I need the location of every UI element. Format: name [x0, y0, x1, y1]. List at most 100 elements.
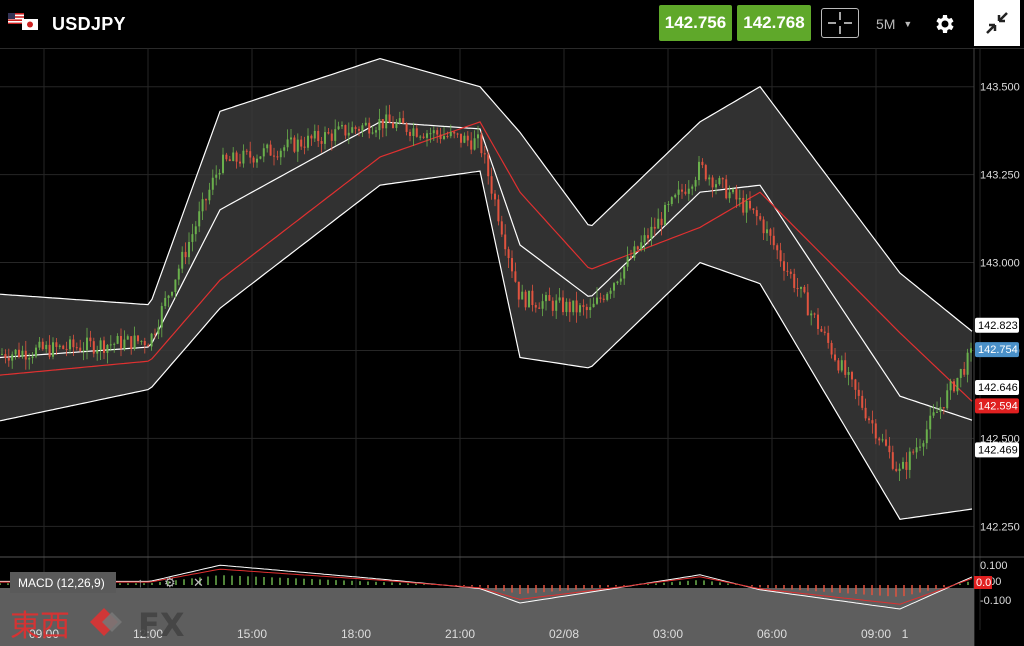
crosshair-icon: [828, 12, 852, 34]
candle-body: [456, 133, 459, 135]
candle-body: [718, 178, 721, 185]
x-tick-label: 15:00: [237, 627, 267, 641]
collapse-button[interactable]: [974, 0, 1020, 46]
x-tick-label: 03:00: [653, 627, 683, 641]
candle-body: [681, 189, 683, 192]
candle-body: [643, 235, 646, 243]
svg-text:FX: FX: [138, 606, 185, 644]
candle-body: [276, 156, 279, 158]
candle-body: [650, 226, 653, 239]
x-tick-label: 1: [902, 627, 909, 641]
close-icon[interactable]: ✕: [193, 575, 204, 591]
candle-body: [925, 429, 928, 444]
candle-body: [11, 354, 14, 361]
candle-body: [351, 127, 354, 133]
candle-body: [150, 333, 153, 347]
candle-body: [898, 468, 901, 471]
sell-price-button[interactable]: 142.756: [659, 5, 732, 41]
candle-body: [511, 258, 513, 272]
candle-body: [113, 343, 116, 345]
move-up-icon[interactable]: ↑: [137, 575, 144, 590]
candle-body: [820, 328, 823, 332]
candle-body: [429, 133, 432, 135]
gear-icon[interactable]: ⚙: [164, 575, 176, 591]
candle-body: [619, 278, 622, 282]
crosshair-button[interactable]: [821, 8, 859, 38]
candle-body: [888, 445, 891, 453]
candle-body: [215, 174, 218, 178]
candle-body: [602, 298, 605, 300]
candle-body: [800, 286, 802, 289]
candle-body: [65, 348, 68, 350]
candle-body: [52, 342, 54, 357]
candle-body: [582, 305, 585, 307]
candle-body: [670, 197, 673, 204]
candle-body: [504, 234, 507, 250]
candle-body: [745, 200, 748, 213]
candle-body: [653, 226, 656, 229]
candle-body: [477, 134, 479, 139]
candle-body: [205, 199, 207, 201]
candle-body: [48, 344, 51, 357]
candle-body: [160, 306, 163, 328]
candle-body: [324, 132, 326, 144]
candle-body: [596, 297, 598, 304]
candle-body: [310, 135, 313, 139]
candle-body: [823, 331, 826, 333]
candle-body: [41, 341, 44, 350]
candle-body: [239, 161, 241, 164]
candle-body: [385, 114, 388, 129]
candle-body: [545, 295, 547, 302]
candle-body: [341, 125, 343, 127]
candle-body: [534, 305, 537, 308]
candle-body: [585, 306, 588, 311]
candle-body: [460, 133, 462, 143]
macd-label[interactable]: MACD (12,26,9): [10, 572, 116, 593]
candle-body: [626, 256, 629, 267]
candle-body: [878, 438, 881, 441]
candle-body: [487, 154, 490, 177]
candle-body: [415, 128, 418, 137]
candle-body: [327, 132, 330, 134]
price-marker-label: 142.646: [978, 382, 1018, 394]
candle-body: [592, 303, 595, 308]
candle-body: [725, 179, 728, 199]
candle-body: [79, 347, 82, 352]
candle-body: [555, 300, 558, 311]
candle-body: [194, 226, 197, 235]
candle-body: [446, 136, 449, 138]
candle-body: [895, 468, 898, 471]
candle-body: [157, 327, 160, 335]
gear-icon[interactable]: [933, 12, 957, 36]
candle-body: [334, 129, 337, 141]
candle-body: [116, 336, 119, 344]
candle-body: [470, 140, 473, 150]
candle-body: [837, 360, 840, 371]
candle-body: [480, 134, 483, 154]
collapse-icon: [986, 12, 1008, 34]
candle-body: [677, 189, 680, 195]
candle-body: [490, 176, 493, 194]
candle-body: [728, 192, 731, 199]
candle-body: [827, 332, 830, 343]
candle-body: [286, 139, 289, 148]
candle-body: [303, 146, 306, 148]
interval-selector[interactable]: 5M ▼: [876, 16, 912, 32]
candle-body: [783, 261, 785, 271]
y-tick-label: 143.500: [980, 82, 1020, 94]
buy-price-button[interactable]: 142.768: [737, 5, 811, 41]
candle-body: [337, 126, 340, 130]
candle-body: [902, 461, 904, 469]
candle-body: [99, 340, 102, 350]
price-chart[interactable]: 143.500143.250143.000142.750142.500142.2…: [0, 48, 1024, 646]
x-tick-label: 09:00: [861, 627, 891, 641]
candle-body: [694, 180, 697, 187]
candle-body: [915, 447, 918, 453]
candle-body: [449, 131, 452, 137]
x-tick-label: 21:00: [445, 627, 475, 641]
candle-body: [851, 372, 853, 380]
candle-body: [58, 345, 61, 347]
candle-body: [201, 199, 204, 212]
candle-body: [320, 141, 323, 144]
candle-body: [715, 184, 717, 188]
